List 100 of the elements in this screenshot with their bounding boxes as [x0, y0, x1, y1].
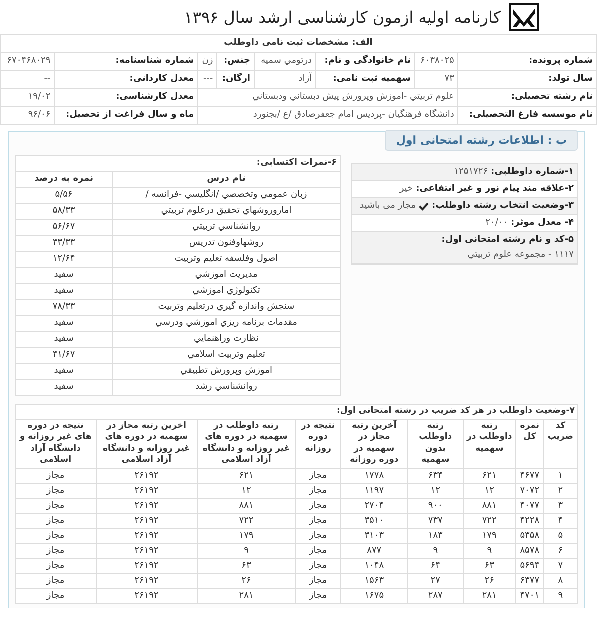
- table-cell: ۱۲/۶۴: [16, 252, 112, 268]
- column-header: رتبه داوطلب بدون سهمیه: [408, 419, 464, 468]
- table-cell: ۲۶۱۹۲: [96, 498, 198, 513]
- table-cell: سنجش واندازه گيري درتعليم وتربيت: [112, 300, 340, 316]
- table-cell: ۳۳/۳۳: [16, 236, 112, 252]
- column-header: نام درس: [112, 172, 340, 188]
- field-value: ۹۶/۰۶: [0, 106, 54, 124]
- table-cell: ۴۱/۶۷: [16, 348, 112, 364]
- field-label: شماره پرونده:: [458, 52, 596, 70]
- field-value: علوم تربيتي -اموزش وپرورش پيش دبستاني ودبستاني: [198, 88, 458, 106]
- field-label: ماه و سال فراغت از تحصیل:: [54, 106, 198, 124]
- field-label: نام رشته تحصیلی:: [458, 88, 596, 106]
- table-cell: ۶۲۱: [463, 468, 516, 483]
- column-header: رتبه داوطلب در سهمیه: [463, 419, 516, 468]
- table-cell: سفید: [16, 316, 112, 332]
- table-cell: ۷۸/۳۳: [16, 300, 112, 316]
- table-cell: مجاز: [16, 543, 96, 558]
- field-value: ۶۷۰۴۶۸۰۲۹: [0, 52, 54, 70]
- table-cell: ۲۸۱: [197, 588, 296, 603]
- column-header: رتبه داوطلب در سهمیه در دوره های غیر روزانه و دانشگاه آزاد اسلامی: [197, 419, 296, 468]
- column-header: کد ضریب: [544, 419, 578, 468]
- table-cell: ۶۳: [197, 558, 296, 573]
- table-cell: ۵: [544, 528, 578, 543]
- field-label: ۴- معدل موثر:: [511, 217, 574, 229]
- field-value: ۱۲۵۱۷۲۶: [454, 166, 488, 178]
- table-cell: ۹: [463, 543, 516, 558]
- table-cell: ۶۳۷۷: [516, 573, 544, 588]
- table-cell: اصول وفلسفه تعليم وتربيت: [112, 252, 340, 268]
- column-header: نتیجه در دوره های غیر روزانه و دانشگاه آزاد اسلامی: [16, 419, 96, 468]
- table-cell: ۱۲: [408, 483, 464, 498]
- table-cell: ۱۰۴۸: [340, 558, 408, 573]
- table-cell: ۸۸۱: [463, 498, 516, 513]
- table-cell: مجاز: [296, 483, 341, 498]
- section-title: الف: مشخصات ثبت نامی داوطلب: [0, 34, 596, 52]
- table-cell: ۵/۵۶: [16, 188, 112, 204]
- table-cell: ۱۲: [197, 483, 296, 498]
- table-cell: سفید: [16, 332, 112, 348]
- field-value: --: [0, 70, 54, 88]
- field-label: ارگان:: [216, 70, 254, 88]
- page-title: کارنامه اولیه ازمون کارشناسی ارشد سال ۱۳۹۶: [184, 8, 501, 26]
- table-cell: ۵۶۹۴: [516, 558, 544, 573]
- table-cell: ۸۵۷۸: [516, 543, 544, 558]
- table-cell: ۸: [544, 573, 578, 588]
- table-cell: ۲۶: [197, 573, 296, 588]
- table-cell: مجاز: [16, 483, 96, 498]
- field-value: ۲۰/۰۰: [486, 217, 508, 229]
- field-label: نام خانوادگی و نام:: [316, 52, 415, 70]
- table-cell: روشهاوفنون تدريس: [112, 236, 340, 252]
- table-cell: ۳۱۰۳: [340, 528, 408, 543]
- field-label: ۳-وضعیت انتخاب رشته داوطلب:: [432, 200, 574, 212]
- table-cell: ۴: [544, 513, 578, 528]
- table-cell: ۱۸۳: [408, 528, 464, 543]
- table-cell: ۴۲۲۸: [516, 513, 544, 528]
- table-cell: ۶: [544, 543, 578, 558]
- table-cell: ۱۱۹۷: [340, 483, 408, 498]
- table-cell: ۸۷۷: [340, 543, 408, 558]
- table-cell: ۷۲۲: [197, 513, 296, 528]
- column-header: نتیجه در دوره روزانه: [296, 419, 341, 468]
- table-cell: ۲۸۷: [408, 588, 464, 603]
- table-cell: ۸۸۱: [197, 498, 296, 513]
- logo-icon: [509, 3, 539, 31]
- table-cell: ۱۵۶۳: [340, 573, 408, 588]
- table-cell: مجاز: [296, 528, 341, 543]
- table-cell: ۲۶۱۹۲: [96, 483, 198, 498]
- field-value: ۷۳: [414, 70, 458, 88]
- field-value: ۱۱۱۷ - مجموعه علوم تربيتي: [466, 249, 574, 261]
- table-cell: ۷: [544, 558, 578, 573]
- field-label: ۲-علاقه مند پیام نور و غیر انتفاعی:: [416, 183, 574, 195]
- table-cell: ۶۴: [408, 558, 464, 573]
- table-cell: ۵۸/۳۳: [16, 204, 112, 220]
- table-cell: ۹: [544, 588, 578, 603]
- table-cell: ۶۳۴: [408, 468, 464, 483]
- table-cell: مجاز: [296, 498, 341, 513]
- table-cell: روانشناسي تربيتي: [112, 220, 340, 236]
- table-cell: مجاز: [296, 588, 341, 603]
- field-label: سهمیه ثبت نامی:: [316, 70, 415, 88]
- field-label: جنس:: [216, 52, 254, 70]
- field-label: معدل کارشناسی:: [54, 88, 198, 106]
- field-value: ۱۹/۰۲: [0, 88, 54, 106]
- table-cell: ۲۶۱۹۲: [96, 588, 198, 603]
- table-cell: ۲۶۱۹۲: [96, 513, 198, 528]
- table-cell: سفید: [16, 364, 112, 380]
- table-cell: ۳۵۱۰: [340, 513, 408, 528]
- table-cell: ۲۶۱۹۲: [96, 558, 198, 573]
- field-value: آزاد: [254, 70, 316, 88]
- table-cell: ۷۲۲: [463, 513, 516, 528]
- table-cell: ۱۷۹: [463, 528, 516, 543]
- table-cell: ۳: [544, 498, 578, 513]
- check-icon: [419, 202, 429, 210]
- table-cell: ۱۷۹: [197, 528, 296, 543]
- field-value: دانشگاه فرهنگيان -پرديس امام جعفرصادق /ع /بجنورد: [198, 106, 458, 124]
- field-value: مجاز می باشید: [360, 200, 416, 212]
- table-cell: ۲۶۱۹۲: [96, 543, 198, 558]
- table-cell: ۲۷۰۴: [340, 498, 408, 513]
- table-cell: مجاز: [296, 468, 341, 483]
- field-label: شماره شناسنامه:: [54, 52, 198, 70]
- field-value: ---: [198, 70, 217, 88]
- field-value: خیر: [400, 183, 414, 195]
- table-cell: تكنولوژي اموزشي: [112, 284, 340, 300]
- table-cell: اموزش وپرورش تطبيقي: [112, 364, 340, 380]
